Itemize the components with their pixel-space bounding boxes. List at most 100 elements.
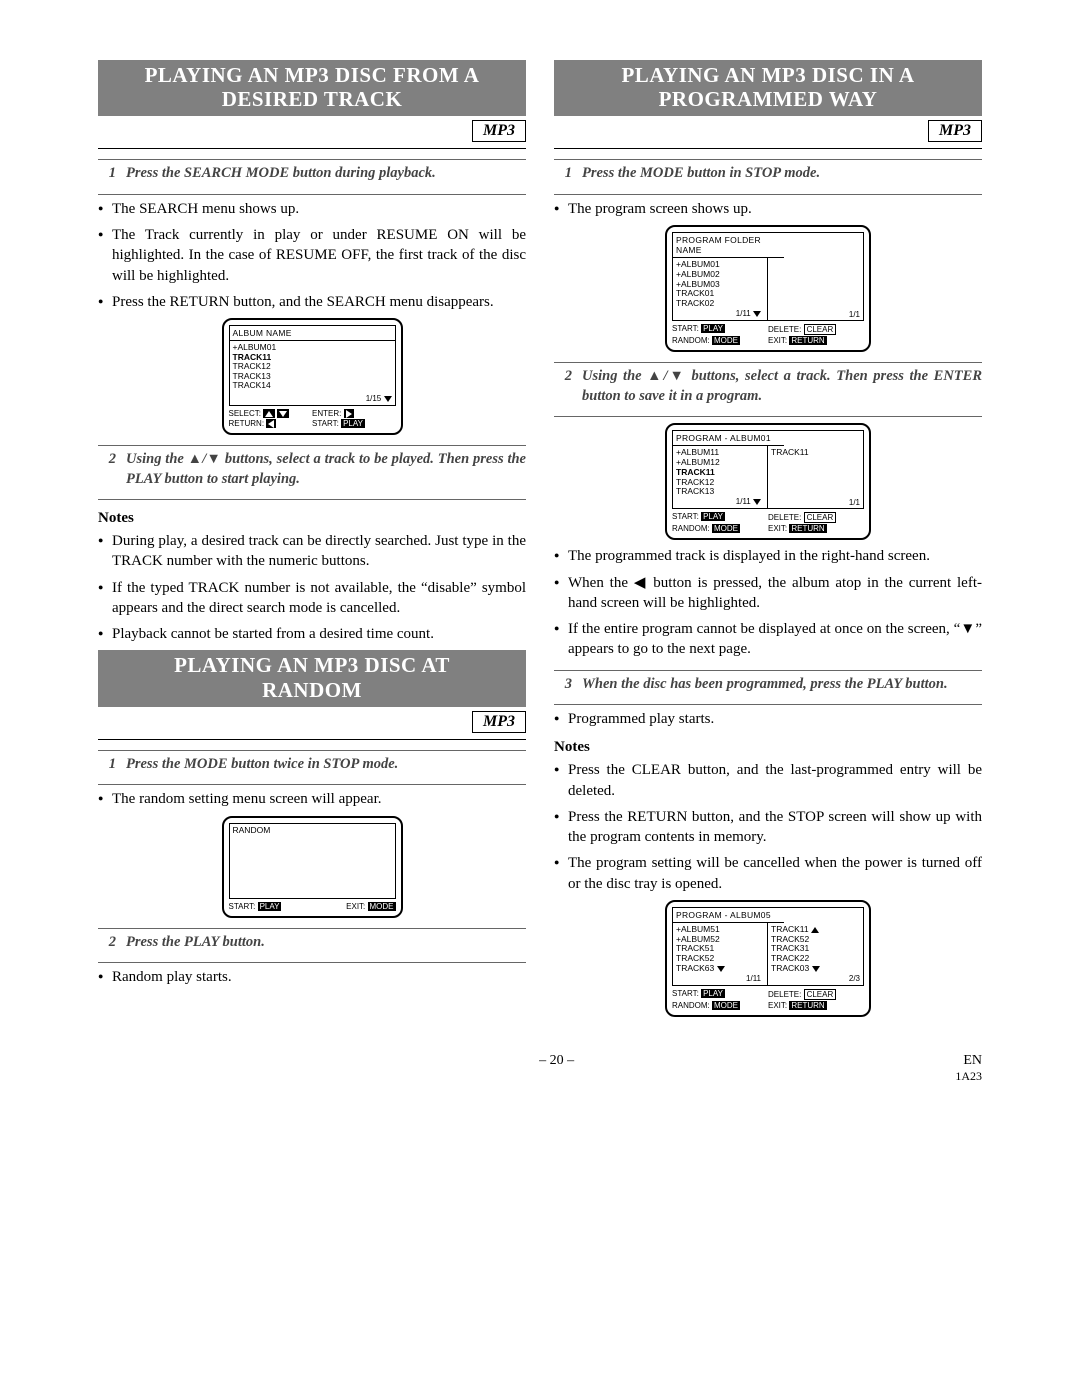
osd-row: TRACK02 [676, 299, 764, 309]
section-header-desired-track: PLAYING AN MP3 DISC FROM A DESIRED TRACK [98, 60, 526, 116]
step-rule [98, 194, 526, 195]
step-text: Using the ▲/▼ buttons, select a track to… [126, 450, 526, 489]
step-1: 1 Press the MODE button twice in STOP mo… [98, 755, 526, 775]
osd-title: PROGRAM FOLDER NAME [673, 233, 784, 258]
section-title-line2: PROGRAMMED WAY [659, 87, 878, 111]
triangle-down-icon [753, 311, 761, 317]
list-item: Programmed play starts. [554, 709, 982, 729]
step-text: When the disc has been programmed, press… [582, 675, 982, 695]
step-rule [98, 499, 526, 500]
osd-footer-random: RANDOM: MODE [672, 336, 768, 345]
list-item: If the typed TRACK number is not availab… [98, 578, 526, 619]
osd-footer-delete: DELETE: CLEAR [768, 989, 864, 1000]
bullet-list: The programmed track is displayed in the… [554, 546, 982, 659]
step-text: Using the ▲/▼ buttons, select a track. T… [582, 367, 982, 406]
osd-footer-exit: EXIT: RETURN [768, 1001, 864, 1010]
osd-footer-delete: DELETE: CLEAR [768, 512, 864, 523]
list-item: The random setting menu screen will appe… [98, 789, 526, 809]
section-header-programmed: PLAYING AN MP3 DISC IN A PROGRAMMED WAY [554, 60, 982, 116]
osd-footer-start: START: PLAY [312, 419, 396, 428]
list-item: If the entire program cannot be displaye… [554, 619, 982, 660]
step-rule [554, 159, 982, 160]
triangle-down-icon [717, 966, 725, 972]
step-rule [554, 416, 982, 417]
triangle-down-icon [812, 966, 820, 972]
step-1: 1 Press the SEARCH MODE button during pl… [98, 164, 526, 184]
mp3-badge: MP3 [928, 120, 982, 142]
step-rule [554, 362, 982, 363]
step-number: 1 [554, 164, 572, 184]
osd-row: TRACK63 [676, 964, 764, 974]
bullet-list: Random play starts. [98, 967, 526, 987]
osd-page-indicator: 1/11 [676, 974, 764, 983]
osd-page-indicator: 1/15 [366, 395, 392, 404]
bullet-list: The SEARCH menu shows up. The Track curr… [98, 199, 526, 312]
osd-row: TRACK14 [233, 381, 392, 391]
osd-program-selected-figure: PROGRAM - ALBUM01 +ALBUM11 +ALBUM12 TRAC… [554, 423, 982, 540]
list-item: The program screen shows up. [554, 199, 982, 219]
step-rule [554, 194, 982, 195]
list-item: When the ◀ button is pressed, the album … [554, 573, 982, 614]
rule [98, 739, 526, 740]
step-number: 3 [554, 675, 572, 695]
step-2: 2 Using the ▲/▼ buttons, select a track.… [554, 367, 982, 406]
section-title-line1: PLAYING AN MP3 DISC FROM A [145, 63, 480, 87]
mp3-badge: MP3 [472, 120, 526, 142]
osd-random-figure: RANDOM START: PLAY EXIT: MODE [98, 816, 526, 918]
list-item: Press the RETURN button, and the STOP sc… [554, 807, 982, 848]
osd-title: PROGRAM - ALBUM05 [673, 908, 784, 923]
triangle-down-icon [384, 396, 392, 402]
step-3: 3 When the disc has been programmed, pre… [554, 675, 982, 695]
notes-heading: Notes [98, 510, 526, 527]
osd-page-indicator: 1/11 [676, 309, 764, 318]
osd-footer-return: RETURN: [229, 419, 313, 428]
section-title-line2: RANDOM [262, 678, 362, 702]
osd-footer-exit: EXIT: RETURN [768, 336, 864, 345]
osd-footer-start: START: PLAY [672, 512, 768, 523]
page-code: 1A23 [955, 1069, 982, 1084]
rule [554, 148, 982, 149]
section-title-line1: PLAYING AN MP3 DISC IN A [621, 63, 914, 87]
osd-row: TRACK13 [676, 487, 764, 497]
osd-program-full-figure: PROGRAM - ALBUM05 +ALBUM51 +ALBUM52 TRAC… [554, 900, 982, 1017]
step-number: 1 [98, 164, 116, 184]
step-2: 2 Press the PLAY button. [98, 933, 526, 953]
step-number: 2 [98, 450, 116, 489]
osd-title: ALBUM NAME [230, 326, 395, 341]
list-item: The programmed track is displayed in the… [554, 546, 982, 566]
list-item: Press the CLEAR button, and the last-pro… [554, 760, 982, 801]
section-title-line2: DESIRED TRACK [222, 87, 403, 111]
osd-footer-random: RANDOM: MODE [672, 1001, 768, 1010]
triangle-up-icon [811, 927, 819, 933]
step-text: Press the MODE button twice in STOP mode… [126, 755, 526, 775]
osd-footer-start: START: PLAY [672, 989, 768, 1000]
step-rule [554, 704, 982, 705]
step-rule [98, 784, 526, 785]
osd-page-indicator: 1/1 [849, 310, 860, 319]
step-rule [98, 962, 526, 963]
osd-footer-exit: EXIT: RETURN [768, 524, 864, 533]
osd-title: RANDOM [233, 826, 392, 836]
osd-page-indicator: 2/3 [771, 974, 860, 983]
step-text: Press the SEARCH MODE button during play… [126, 164, 526, 184]
notes-list: During play, a desired track can be dire… [98, 531, 526, 644]
page-lang: EN [955, 1053, 982, 1069]
section-title-line1: PLAYING AN MP3 DISC AT [174, 653, 450, 677]
osd-row: TRACK11 [771, 448, 860, 458]
osd-page-indicator: 1/1 [849, 498, 860, 507]
page-footer: – 20 – EN 1A23 [98, 1053, 982, 1084]
step-number: 2 [554, 367, 572, 406]
step-rule [98, 750, 526, 751]
rule [98, 148, 526, 149]
osd-footer-exit: EXIT: MODE [346, 902, 395, 911]
step-1: 1 Press the MODE button in STOP mode. [554, 164, 982, 184]
osd-footer-delete: DELETE: CLEAR [768, 324, 864, 335]
step-2: 2 Using the ▲/▼ buttons, select a track … [98, 450, 526, 489]
step-number: 1 [98, 755, 116, 775]
page-number: – 20 – [158, 1053, 955, 1084]
list-item: During play, a desired track can be dire… [98, 531, 526, 572]
osd-footer-select: SELECT: [229, 409, 313, 418]
bullet-list: Programmed play starts. [554, 709, 982, 729]
list-item: The program setting will be cancelled wh… [554, 853, 982, 894]
step-rule [554, 670, 982, 671]
